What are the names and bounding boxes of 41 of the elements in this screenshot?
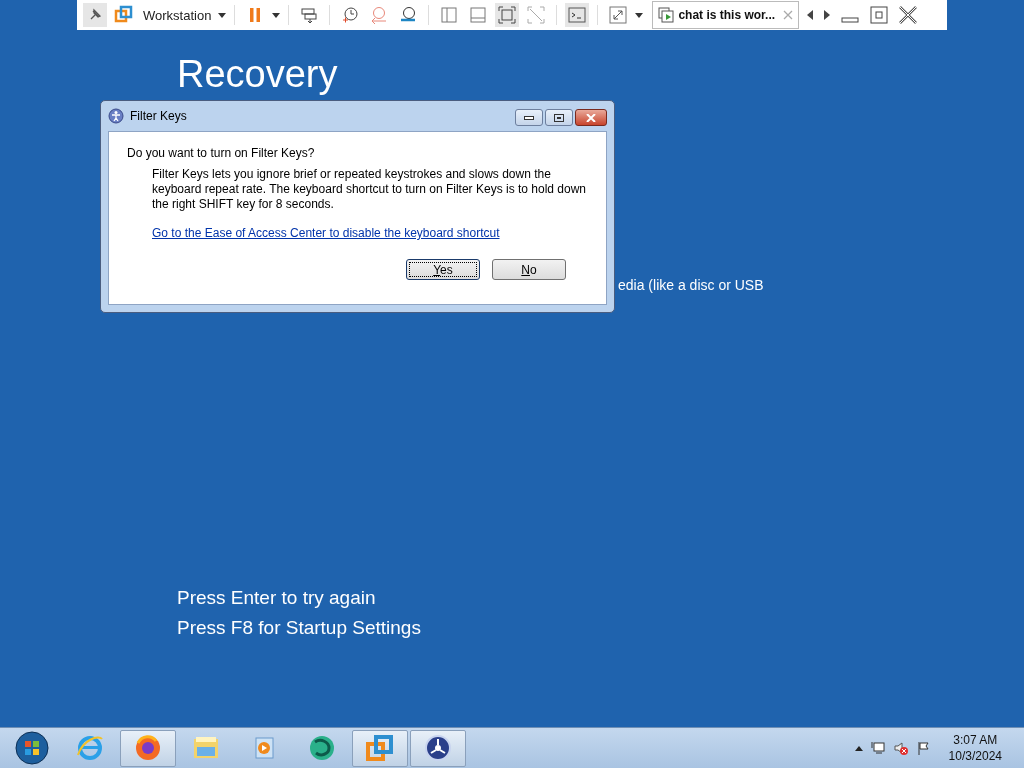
- dialog-button[interactable]: Yes: [406, 259, 480, 280]
- tab-title: chat is this wor...: [678, 8, 776, 22]
- maximize-icon: [554, 113, 564, 122]
- dialog-question: Do you want to turn on Filter Keys?: [127, 146, 316, 160]
- caret-icon[interactable]: [218, 12, 227, 18]
- vm-icon: [658, 7, 675, 23]
- caret-icon[interactable]: [272, 12, 281, 18]
- instruction-text: Press F8 for Startup Settings: [177, 616, 422, 640]
- clock-time: 3:07 AM: [953, 732, 998, 748]
- vm-tab[interactable]: chat is this wor...: [652, 1, 800, 29]
- flag-icon[interactable]: [915, 740, 932, 756]
- ease-of-access-link[interactable]: Go to the Ease of Access Center to disable the keyboard shortcut: [152, 226, 588, 240]
- swirl-globe-icon: [307, 733, 337, 763]
- page-title: Recovery: [177, 52, 339, 97]
- instruction-text: Press Enter to try again: [177, 586, 377, 610]
- console-icon[interactable]: [565, 3, 590, 27]
- fit-window-icon[interactable]: [495, 3, 520, 27]
- dialog-title: Filter Keys: [130, 109, 187, 123]
- dialog-button[interactable]: No: [492, 259, 566, 280]
- dialog-description: Filter Keys lets you ignore brief or repeated keystrokes and slows down the keyboard repeat rate. The keyboard shortcut to turn on Filter Keys is to hold down the right SHIFT key for 8 seconds.: [152, 167, 587, 212]
- show-hidden-icons[interactable]: [854, 745, 863, 751]
- taskbar-app-button[interactable]: [410, 729, 466, 767]
- taskbar-clock[interactable]: 3:07 AM 10/3/2024: [948, 732, 1002, 764]
- fox-globe-icon: [133, 733, 163, 763]
- minimize-button[interactable]: [515, 109, 543, 126]
- close-button[interactable]: [575, 109, 607, 126]
- compass-icon: [423, 733, 453, 763]
- accessibility-icon: [108, 108, 124, 124]
- scroll-left-icon[interactable]: [807, 10, 814, 20]
- taskbar-app-button[interactable]: [120, 729, 176, 767]
- e-globe-icon: [75, 733, 105, 763]
- close-icon: [586, 113, 596, 122]
- caret-icon[interactable]: [635, 12, 644, 18]
- scroll-right-icon[interactable]: [824, 10, 831, 20]
- speaker-muted-icon[interactable]: [892, 740, 909, 756]
- workstation-menu[interactable]: Workstation: [141, 7, 214, 23]
- maximize-button[interactable]: [545, 109, 573, 126]
- squares-logo-icon: [365, 733, 395, 763]
- clock-date: 10/3/2024: [948, 748, 1002, 764]
- body-text: edia (like a disc or USB: [618, 277, 764, 293]
- network-icon[interactable]: [869, 740, 886, 756]
